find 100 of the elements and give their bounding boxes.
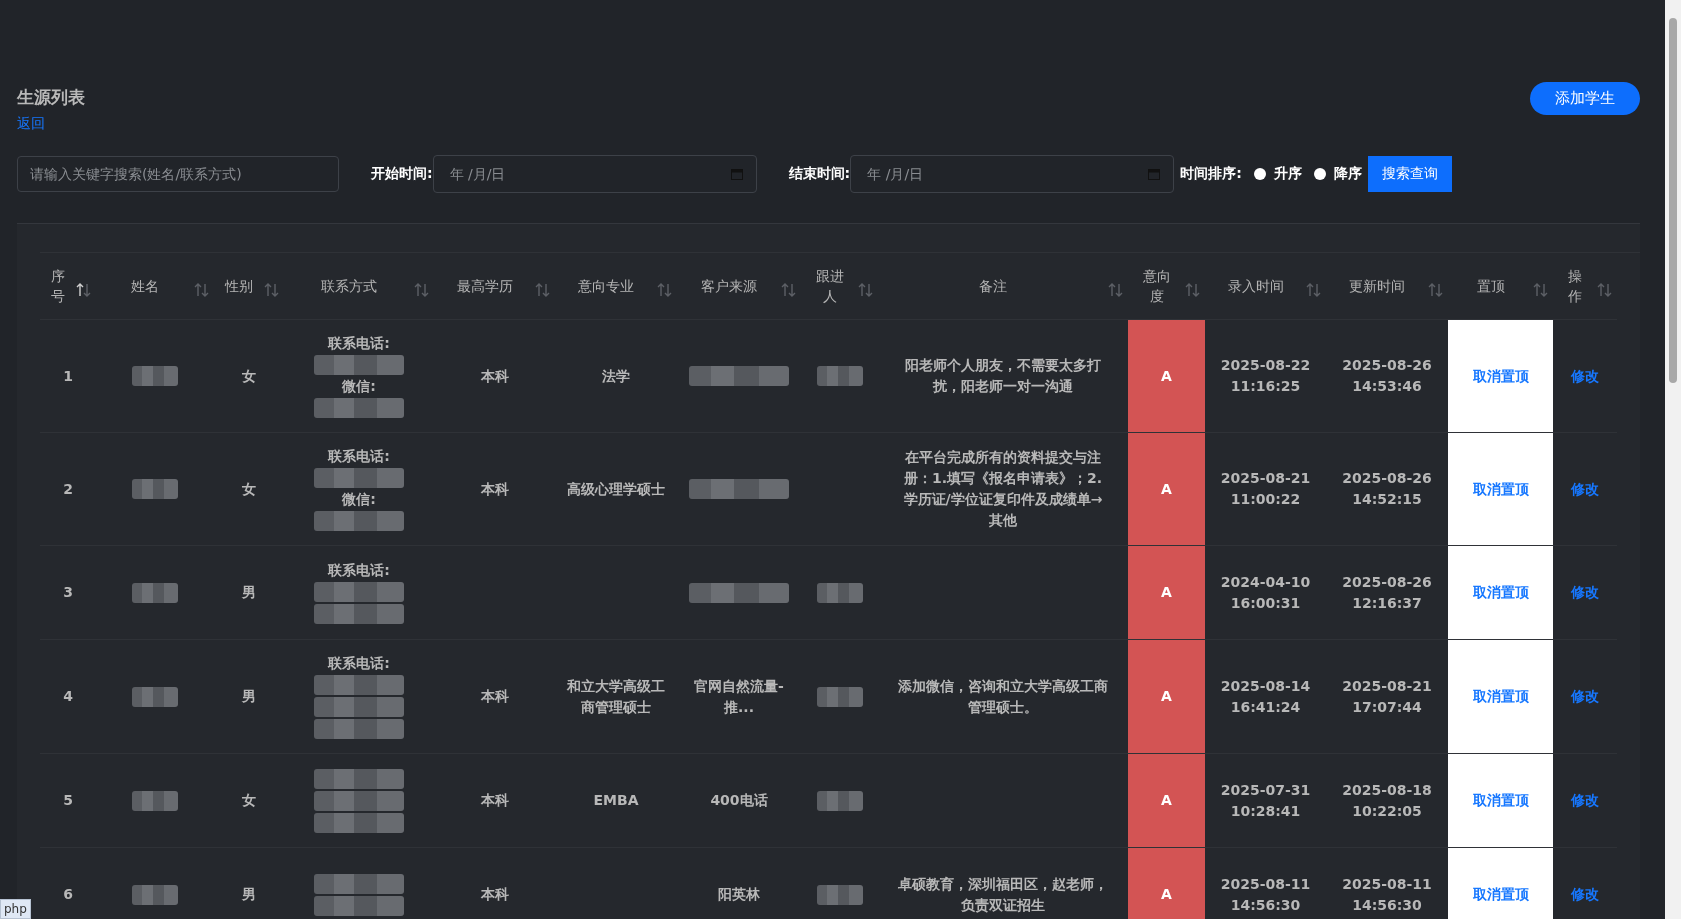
sort-radio[interactable]: 降序 [1313,165,1362,183]
updated-time: 2025-08-18 10:22:05 [1342,780,1432,821]
page-title: 生源列表 [17,86,85,109]
edit-link[interactable]: 修改 [1571,790,1599,811]
edit-link[interactable]: 修改 [1571,686,1599,707]
redacted-block [816,686,863,707]
gender-cell-text: 女 [242,791,256,810]
created-time: 2025-07-31 10:28:41 [1220,780,1311,821]
redacted-block [132,366,178,386]
column-header[interactable]: 意向度 [1138,266,1175,306]
search-field[interactable]: 请输入关键字搜索(姓名/联系方式) [17,156,339,192]
column-header[interactable]: 备注 [979,276,1007,296]
intent-cell: A [1128,753,1205,847]
column-header[interactable]: 性别 [225,276,253,296]
created-time: 2025-08-21 11:00:22 [1220,469,1311,509]
unpin-link[interactable]: 取消置顶 [1472,478,1529,500]
sort-icon[interactable] [76,283,92,297]
unpin-link[interactable]: 取消置顶 [1472,686,1529,707]
start-time-label: 开始时间: [371,165,433,183]
edit-link[interactable]: 修改 [1571,884,1599,905]
created-time: 2025-08-14 16:41:24 [1220,676,1311,717]
search-button[interactable]: 搜索查询 [1367,156,1452,192]
updated-time: 2025-08-11 14:56:30 [1342,874,1432,915]
contact-label: 联系电话: [328,447,390,466]
education-cell-text: 本科 [480,791,509,810]
column-header[interactable]: 客户来源 [701,276,757,296]
intent-cell: A [1128,639,1205,753]
back-link[interactable]: 返回 [17,115,45,133]
end-date-field[interactable]: 年 /月/日 [850,155,1175,193]
note-cell-text: 阳老师个人朋友，不需要太多打扰，阳老师一对一沟通 [904,356,1102,396]
intent-cell: A [1128,319,1205,432]
column-header[interactable]: 序号 [50,266,66,306]
major-cell-text: 高级心理学硕士 [567,479,665,499]
column-header[interactable]: 置顶 [1476,276,1505,296]
updated-time: 2025-08-26 12:16:37 [1342,572,1432,613]
scrollbar[interactable] [1665,0,1681,919]
column-header[interactable]: 姓名 [131,276,159,296]
major-cell-text: 法学 [602,366,630,386]
education-cell-text: 本科 [480,366,509,386]
add-student-button[interactable]: 添加学生 [1530,82,1640,115]
sort-radio[interactable]: 升序 [1253,165,1302,183]
row-number: 5 [63,791,73,810]
contact-label: 微信: [342,490,376,509]
start-date-field[interactable]: 年 /月/日 [432,155,757,193]
intent-cell: A [1128,847,1205,919]
redacted-block [132,686,178,707]
intent-cell: A [1128,545,1205,639]
gender-cell-text: 男 [242,687,256,706]
source-cell-text: 阳英林 [718,885,760,904]
column-header[interactable]: 联系方式 [321,276,377,296]
education-cell-text: 本科 [480,479,509,499]
row-number: 6 [63,885,73,904]
redacted-block [132,790,178,811]
row-number: 4 [63,687,73,706]
gender-cell-text: 男 [242,885,256,904]
created-time: 2024-04-10 16:00:31 [1220,572,1311,613]
row-number: 2 [63,479,73,499]
note-cell-text: 在平台完成所有的资料提交与注册：1.填写《报名申请表》；2.学历证/学位证复印件及成绩单→其他 [902,448,1104,530]
education-cell-text: 本科 [480,885,509,904]
redacted-block [816,790,863,811]
unpin-link[interactable]: 取消置顶 [1472,365,1529,387]
intent-cell: A [1128,432,1205,545]
updated-time: 2025-08-26 14:53:46 [1342,356,1432,396]
unpin-link[interactable]: 取消置顶 [1472,884,1529,905]
row-number: 1 [63,366,73,386]
created-time: 2025-08-11 14:56:30 [1220,874,1311,915]
column-header[interactable]: 更新时间 [1349,276,1405,296]
contact-label: 微信: [342,377,376,396]
column-header[interactable]: 操作 [1563,266,1587,306]
redacted-block [132,884,178,905]
row-number: 3 [63,583,73,602]
redacted-block [132,582,178,603]
gender-cell-text: 女 [242,479,256,499]
redacted-block [816,582,863,603]
column-header[interactable]: 跟进人 [811,266,848,306]
contact-label: 联系电话: [328,561,390,580]
gender-cell-text: 女 [242,366,256,386]
column-header[interactable]: 录入时间 [1227,276,1284,296]
sort-label: 时间排序: [1180,165,1242,183]
edit-link[interactable]: 修改 [1571,582,1599,603]
redacted-block [816,884,863,905]
major-cell-text: 和立大学高级工商管理硕士 [567,676,665,717]
source-cell-text: 官网自然流量-推... [693,676,785,717]
education-cell-text: 本科 [480,687,509,706]
contact-label: 联系电话: [328,654,390,673]
updated-time: 2025-08-26 14:52:15 [1342,469,1432,509]
unpin-link[interactable]: 取消置顶 [1472,790,1529,811]
column-header[interactable]: 最高学历 [456,276,513,296]
unpin-link[interactable]: 取消置顶 [1472,582,1529,603]
edit-link[interactable]: 修改 [1571,365,1599,387]
note-cell-text: 添加微信，咨询和立大学高级工商管理硕士。 [898,676,1108,717]
updated-time: 2025-08-21 17:07:44 [1342,676,1432,717]
column-header[interactable]: 意向专业 [578,276,634,296]
status-tooltip: php [0,899,31,919]
redacted-block [132,479,178,499]
created-time: 2025-08-22 11:16:25 [1220,356,1311,396]
edit-link[interactable]: 修改 [1571,478,1599,500]
note-cell-text: 卓硕教育，深圳福田区，赵老师，负责双证招生 [898,874,1108,915]
redacted-block [816,366,863,386]
major-cell-text: EMBA [593,791,639,810]
